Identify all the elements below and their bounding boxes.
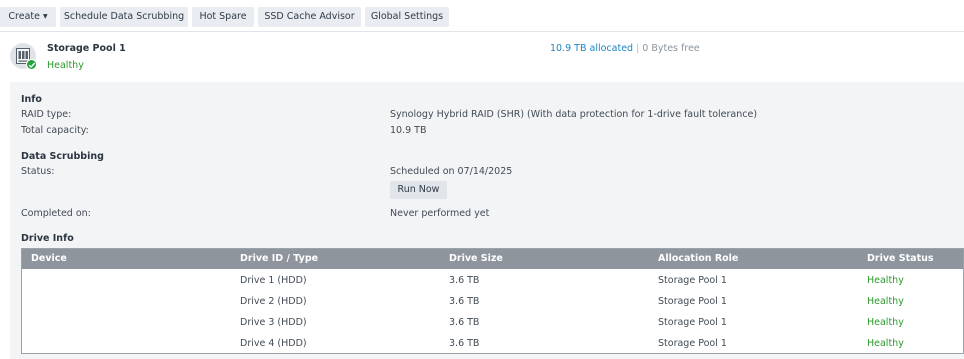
cell-allocation-role: Storage Pool 1: [658, 275, 727, 286]
column-header-device[interactable]: Device: [31, 249, 67, 269]
drive-info-section-title: Drive Info: [21, 233, 74, 244]
create-button[interactable]: Create ▼: [0, 7, 56, 27]
info-section-title: Info: [21, 94, 42, 105]
cell-drive-status: Healthy: [867, 275, 904, 286]
allocation-separator: |: [636, 43, 640, 54]
free-text: 0 Bytes free: [642, 43, 700, 54]
cell-drive-size: 3.6 TB: [449, 275, 480, 286]
column-header-allocation-role[interactable]: Allocation Role: [658, 249, 738, 269]
global-settings-label: Global Settings: [370, 11, 444, 22]
column-header-drive-size[interactable]: Drive Size: [449, 249, 503, 269]
storage-pool-header[interactable]: Storage Pool 1 Healthy 10.9 TB allocated…: [0, 33, 964, 81]
scrubbing-status-label: Status:: [21, 166, 55, 177]
table-row[interactable]: Drive 4 (HDD) 3.6 TB Storage Pool 1 Heal…: [22, 333, 963, 354]
scrubbing-status-value: Scheduled on 07/14/2025: [390, 166, 513, 177]
cell-drive-size: 3.6 TB: [449, 317, 480, 328]
healthy-check-icon: [26, 59, 37, 70]
cell-allocation-role: Storage Pool 1: [658, 296, 727, 307]
schedule-data-scrubbing-label: Schedule Data Scrubbing: [63, 11, 185, 22]
pool-name: Storage Pool 1: [47, 43, 126, 54]
cell-drive-id: Drive 1 (HDD): [240, 275, 307, 286]
cell-drive-status: Healthy: [867, 296, 904, 307]
completed-on-value: Never performed yet: [390, 208, 490, 219]
cell-drive-status: Healthy: [867, 317, 904, 328]
hot-spare-label: Hot Spare: [199, 11, 247, 22]
hot-spare-button[interactable]: Hot Spare: [192, 7, 254, 27]
ssd-cache-advisor-button[interactable]: SSD Cache Advisor: [258, 7, 361, 27]
ssd-cache-advisor-label: SSD Cache Advisor: [264, 11, 355, 22]
drive-info-table: Device Drive ID / Type Drive Size Alloca…: [21, 248, 964, 354]
raid-type-value: Synology Hybrid RAID (SHR) (With data pr…: [390, 109, 758, 120]
total-capacity-value: 10.9 TB: [390, 125, 427, 136]
column-header-drive-id[interactable]: Drive ID / Type: [240, 249, 318, 269]
data-scrubbing-section-title: Data Scrubbing: [21, 151, 104, 162]
pool-detail-panel: Info RAID type: Synology Hybrid RAID (SH…: [10, 82, 964, 359]
column-header-drive-status[interactable]: Drive Status: [867, 249, 934, 269]
table-row[interactable]: Drive 3 (HDD) 3.6 TB Storage Pool 1 Heal…: [22, 312, 963, 333]
cell-drive-id: Drive 2 (HDD): [240, 296, 307, 307]
global-settings-button[interactable]: Global Settings: [365, 7, 449, 27]
cell-drive-status: Healthy: [867, 338, 904, 349]
caret-down-icon: ▼: [42, 13, 48, 20]
cell-drive-size: 3.6 TB: [449, 338, 480, 349]
cell-drive-id: Drive 3 (HDD): [240, 317, 307, 328]
pool-status: Healthy: [47, 60, 84, 71]
table-row[interactable]: Drive 2 (HDD) 3.6 TB Storage Pool 1 Heal…: [22, 291, 963, 312]
cell-drive-id: Drive 4 (HDD): [240, 338, 307, 349]
toolbar: Create ▼ Schedule Data Scrubbing Hot Spar…: [0, 0, 964, 32]
raid-type-label: RAID type:: [21, 109, 72, 120]
run-now-button[interactable]: Run Now: [390, 181, 447, 199]
pool-allocation: 10.9 TB allocated | 0 Bytes free: [550, 43, 700, 54]
table-row[interactable]: Drive 1 (HDD) 3.6 TB Storage Pool 1 Heal…: [22, 270, 963, 291]
create-button-label: Create: [8, 11, 40, 22]
cell-allocation-role: Storage Pool 1: [658, 317, 727, 328]
drive-table-header: Device Drive ID / Type Drive Size Alloca…: [22, 249, 963, 269]
cell-allocation-role: Storage Pool 1: [658, 338, 727, 349]
schedule-data-scrubbing-button[interactable]: Schedule Data Scrubbing: [60, 7, 188, 27]
completed-on-label: Completed on:: [21, 208, 91, 219]
cell-drive-size: 3.6 TB: [449, 296, 480, 307]
allocated-text: 10.9 TB allocated: [550, 43, 634, 54]
total-capacity-label: Total capacity:: [21, 125, 89, 136]
